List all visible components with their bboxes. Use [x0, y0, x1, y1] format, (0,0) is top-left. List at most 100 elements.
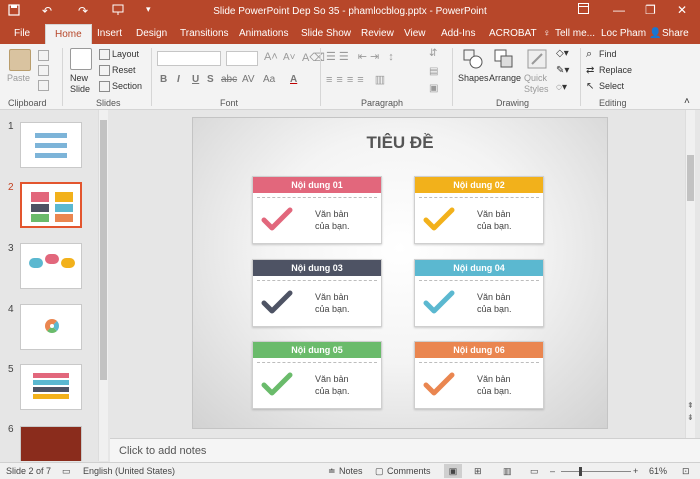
- next-slide-icon[interactable]: ⇟: [687, 413, 694, 422]
- font-color-button[interactable]: A: [290, 74, 297, 85]
- notes-button[interactable]: Notes: [339, 466, 363, 476]
- bold-button[interactable]: B: [160, 74, 167, 85]
- tab-animations[interactable]: Animations: [239, 28, 288, 39]
- tab-home[interactable]: Home: [45, 24, 92, 44]
- previous-slide-icon[interactable]: ⇞: [687, 401, 694, 410]
- layout-button[interactable]: Layout: [112, 49, 139, 59]
- clear-format-icon[interactable]: A⌫: [302, 51, 325, 64]
- format-painter-icon[interactable]: [38, 80, 49, 91]
- increase-font-icon[interactable]: A˄: [264, 51, 278, 63]
- share-button[interactable]: Share: [662, 28, 689, 39]
- slide-number: 1: [8, 121, 14, 132]
- shape-outline-icon[interactable]: ✎▾: [556, 65, 569, 76]
- zoom-out-icon[interactable]: –: [550, 466, 555, 476]
- tell-me-search[interactable]: Tell me...: [555, 28, 595, 39]
- change-case-button[interactable]: Aa: [263, 74, 275, 85]
- language-status[interactable]: English (United States): [83, 466, 175, 476]
- select-button[interactable]: Select: [599, 81, 624, 91]
- content-card[interactable]: Nội dung 06 Văn bản của bạn.: [414, 341, 544, 409]
- card-heading: Nội dung 06: [415, 342, 543, 358]
- quick-styles-icon[interactable]: [526, 48, 548, 70]
- tab-view[interactable]: View: [404, 28, 426, 39]
- content-card[interactable]: Nội dung 01 Văn bản của bạn.: [252, 176, 382, 244]
- tab-acrobat[interactable]: ACROBAT: [489, 28, 537, 39]
- paste-button[interactable]: Paste: [7, 73, 30, 83]
- new-slide-icon[interactable]: [70, 48, 92, 70]
- select-icon: ↖: [586, 81, 595, 92]
- align-text-icon[interactable]: ▤: [429, 66, 438, 77]
- find-button[interactable]: Find: [599, 49, 617, 59]
- quick-styles-button[interactable]: Quick Styles: [524, 73, 552, 95]
- tab-transitions[interactable]: Transitions: [180, 28, 229, 39]
- fit-slide-icon[interactable]: ⊡: [682, 466, 690, 477]
- align-buttons-icon[interactable]: ≡≡≡≡ ▥: [326, 73, 389, 86]
- slide-thumbnail-3[interactable]: [20, 243, 82, 289]
- slide-sorter-icon[interactable]: ⊞: [474, 466, 482, 477]
- content-card[interactable]: Nội dung 02 Văn bản của bạn.: [414, 176, 544, 244]
- shadow-button[interactable]: S: [207, 74, 214, 85]
- zoom-slider-thumb[interactable]: [579, 467, 582, 476]
- maximize-icon[interactable]: ❐: [645, 3, 656, 17]
- content-card[interactable]: Nội dung 03 Văn bản của bạn.: [252, 259, 382, 327]
- cut-icon[interactable]: [38, 50, 49, 61]
- smartart-icon[interactable]: ▣: [429, 83, 438, 94]
- slide-canvas[interactable]: TIÊU ĐỀ Nội dung 01 Văn bản của bạn. Nội …: [192, 117, 608, 429]
- notes-placeholder[interactable]: Click to add notes: [119, 445, 206, 457]
- collapse-ribbon-icon[interactable]: ˄: [684, 96, 690, 107]
- shape-effects-icon[interactable]: ◌▾: [556, 82, 567, 93]
- slideshow-view-icon[interactable]: ▭: [530, 466, 539, 477]
- new-slide-button[interactable]: New Slide: [70, 73, 94, 95]
- minimize-icon[interactable]: —: [613, 3, 625, 17]
- list-buttons-icon[interactable]: ☰☰ ⇤⇥ ↕: [326, 50, 397, 63]
- thumbnails-scrollbar[interactable]: [98, 110, 108, 461]
- tab-review[interactable]: Review: [361, 28, 394, 39]
- strikethrough-button[interactable]: abc: [221, 74, 237, 85]
- shapes-icon[interactable]: [462, 48, 484, 70]
- slide-scrollbar[interactable]: ⇞ ⇟: [685, 110, 695, 438]
- decrease-font-icon[interactable]: A˅: [283, 52, 296, 63]
- section-button[interactable]: Section: [112, 81, 142, 91]
- user-name[interactable]: Loc Pham: [601, 28, 646, 39]
- notes-pane[interactable]: Click to add notes: [110, 438, 700, 462]
- replace-button[interactable]: Replace: [599, 65, 632, 75]
- shapes-button[interactable]: Shapes: [458, 73, 489, 83]
- font-size-combo[interactable]: [226, 51, 258, 66]
- font-name-combo[interactable]: [157, 51, 221, 66]
- arrange-icon[interactable]: [493, 48, 515, 70]
- shape-fill-icon[interactable]: ◇▾: [556, 48, 569, 59]
- tab-add-ins[interactable]: Add-Ins: [441, 28, 475, 39]
- spelling-icon[interactable]: ▭: [62, 466, 71, 477]
- slide-thumbnail-1[interactable]: [20, 122, 82, 168]
- arrange-button[interactable]: Arrange: [489, 73, 521, 83]
- card-text: Văn bản của bạn.: [315, 374, 350, 396]
- underline-button[interactable]: U: [192, 74, 199, 85]
- slide-thumbnail-5[interactable]: [20, 364, 82, 410]
- title-bar: ↶ ↷ ▾ Slide PowerPoint Dep So 35 - phaml…: [0, 0, 700, 24]
- reset-button[interactable]: Reset: [112, 65, 136, 75]
- copy-icon[interactable]: [38, 65, 49, 76]
- tab-design[interactable]: Design: [136, 28, 167, 39]
- paste-icon[interactable]: [9, 49, 31, 71]
- zoom-slider[interactable]: [561, 471, 631, 472]
- tab-insert[interactable]: Insert: [97, 28, 122, 39]
- tab-slide-show[interactable]: Slide Show: [301, 28, 351, 39]
- zoom-in-icon[interactable]: +: [633, 466, 638, 476]
- slide-title[interactable]: TIÊU ĐỀ: [193, 133, 607, 153]
- zoom-level[interactable]: 61%: [649, 466, 667, 476]
- card-divider: [419, 362, 539, 363]
- card-divider: [419, 197, 539, 198]
- content-card[interactable]: Nội dung 05 Văn bản của bạn.: [252, 341, 382, 409]
- content-card[interactable]: Nội dung 04 Văn bản của bạn.: [414, 259, 544, 327]
- tab-file[interactable]: File: [14, 28, 30, 39]
- normal-view-icon[interactable]: ▣: [444, 464, 462, 478]
- close-icon[interactable]: ✕: [677, 3, 687, 17]
- slide-thumbnail-2[interactable]: [20, 182, 82, 228]
- reading-view-icon[interactable]: ▥: [503, 466, 512, 477]
- slide-thumbnail-4[interactable]: [20, 304, 82, 350]
- comments-button[interactable]: Comments: [387, 466, 431, 476]
- text-direction-icon[interactable]: ⇵: [429, 48, 437, 59]
- slide-thumbnail-6[interactable]: [20, 426, 82, 461]
- ribbon-display-icon[interactable]: [578, 3, 589, 17]
- italic-button[interactable]: I: [177, 74, 180, 85]
- char-spacing-button[interactable]: AV: [242, 74, 255, 85]
